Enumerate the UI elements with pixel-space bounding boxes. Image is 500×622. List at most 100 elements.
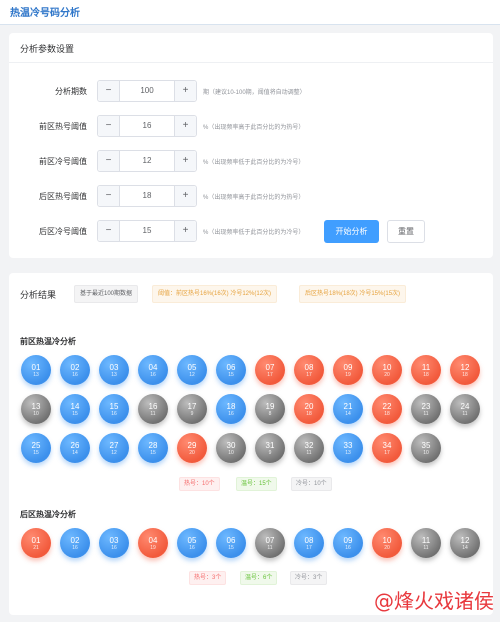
ball-number: 13 bbox=[31, 402, 41, 411]
ball-number: 34 bbox=[382, 441, 392, 450]
ball-count: 11 bbox=[462, 411, 468, 417]
ball-number: 30 bbox=[226, 441, 236, 450]
decrease-button[interactable]: − bbox=[98, 151, 120, 171]
ball-number: 03 bbox=[109, 363, 119, 372]
ball-number: 04 bbox=[148, 536, 158, 545]
increase-button[interactable]: + bbox=[174, 116, 196, 136]
front-cold-stepper: − 12 + bbox=[97, 150, 197, 172]
param-row-periods: 分析期数 − 100 + 期（建议10-100期，阈值将自动调整） bbox=[9, 80, 493, 102]
number-ball-warm: 15 16 bbox=[99, 394, 129, 424]
ball-count: 16 bbox=[111, 411, 117, 417]
ball-number: 01 bbox=[31, 536, 41, 545]
ball-number: 08 bbox=[304, 536, 314, 545]
number-ball-hot: 29 20 bbox=[177, 433, 207, 463]
ball-count: 18 bbox=[462, 372, 468, 378]
ball-number: 10 bbox=[382, 363, 392, 372]
number-ball-cold: 23 11 bbox=[411, 394, 441, 424]
ball-number: 16 bbox=[148, 402, 158, 411]
front-hot-input[interactable]: 16 bbox=[120, 116, 174, 136]
ball-count: 16 bbox=[111, 545, 117, 551]
back-hot-input[interactable]: 18 bbox=[120, 186, 174, 206]
ball-count: 10 bbox=[33, 411, 39, 417]
ball-number: 31 bbox=[265, 441, 275, 450]
decrease-button[interactable]: − bbox=[98, 221, 120, 241]
number-ball-cold: 35 10 bbox=[411, 433, 441, 463]
number-ball-cold: 24 11 bbox=[450, 394, 480, 424]
ball-number: 25 bbox=[31, 441, 41, 450]
number-ball-cold: 17 9 bbox=[177, 394, 207, 424]
param-hint: %（出现频率高于此百分比的为热号） bbox=[203, 195, 305, 201]
ball-number: 20 bbox=[304, 402, 314, 411]
increase-button[interactable]: + bbox=[174, 81, 196, 101]
results-header: 分析结果 基于最近100期数据 阈值：前区热号16%(16次) 冷号12%(12… bbox=[20, 285, 490, 303]
periods-input[interactable]: 100 bbox=[120, 81, 174, 101]
param-hint: %（出现频率高于此百分比的为热号） bbox=[203, 125, 305, 131]
ball-number: 23 bbox=[421, 402, 431, 411]
decrease-button[interactable]: − bbox=[98, 81, 120, 101]
ball-count: 16 bbox=[228, 411, 234, 417]
ball-number: 02 bbox=[70, 363, 80, 372]
number-ball-hot: 10 20 bbox=[372, 355, 402, 385]
ball-count: 9 bbox=[268, 450, 272, 456]
back-hot-count: 热号：3个 bbox=[189, 571, 227, 585]
back-warm-count: 温号：6个 bbox=[240, 571, 278, 585]
ball-count: 15 bbox=[33, 450, 39, 456]
number-ball-warm: 05 16 bbox=[177, 528, 207, 558]
param-label: 后区冷号阈值 bbox=[39, 227, 87, 236]
increase-button[interactable]: + bbox=[174, 151, 196, 171]
decrease-button[interactable]: − bbox=[98, 186, 120, 206]
number-ball-warm: 08 17 bbox=[294, 528, 324, 558]
ball-count: 9 bbox=[190, 411, 194, 417]
ball-count: 15 bbox=[228, 372, 234, 378]
ball-number: 03 bbox=[109, 536, 119, 545]
ball-number: 06 bbox=[226, 536, 236, 545]
ball-count: 15 bbox=[228, 545, 234, 551]
start-analysis-button[interactable]: 开始分析 bbox=[324, 220, 379, 243]
decrease-button[interactable]: − bbox=[98, 116, 120, 136]
number-ball-warm: 33 13 bbox=[333, 433, 363, 463]
ball-number: 11 bbox=[421, 536, 431, 545]
number-ball-hot: 09 19 bbox=[333, 355, 363, 385]
number-ball-warm: 04 16 bbox=[138, 355, 168, 385]
number-ball-hot: 08 17 bbox=[294, 355, 324, 385]
ball-count: 10 bbox=[228, 450, 234, 456]
param-label: 前区冷号阈值 bbox=[39, 157, 87, 166]
number-ball-warm: 05 12 bbox=[177, 355, 207, 385]
number-ball-warm: 02 16 bbox=[60, 528, 90, 558]
number-ball-warm: 18 16 bbox=[216, 394, 246, 424]
ball-count: 16 bbox=[150, 372, 156, 378]
ball-count: 20 bbox=[189, 450, 195, 456]
increase-button[interactable]: + bbox=[174, 186, 196, 206]
ball-number: 12 bbox=[460, 536, 470, 545]
ball-number: 33 bbox=[343, 441, 353, 450]
ball-number: 22 bbox=[382, 402, 392, 411]
back-cold-input[interactable]: 15 bbox=[120, 221, 174, 241]
ball-number: 14 bbox=[70, 402, 80, 411]
ball-count: 15 bbox=[150, 450, 156, 456]
ball-count: 20 bbox=[384, 372, 390, 378]
param-label: 分析期数 bbox=[55, 87, 87, 96]
number-ball-cold: 13 10 bbox=[21, 394, 51, 424]
ball-count: 13 bbox=[111, 372, 117, 378]
back-cold-stepper: − 15 + bbox=[97, 220, 197, 242]
number-ball-warm: 03 16 bbox=[99, 528, 129, 558]
ball-count: 17 bbox=[267, 372, 273, 378]
number-ball-hot: 20 18 bbox=[294, 394, 324, 424]
ball-count: 13 bbox=[33, 372, 39, 378]
ball-count: 14 bbox=[72, 450, 78, 456]
ball-number: 07 bbox=[265, 363, 275, 372]
ball-number: 02 bbox=[70, 536, 80, 545]
page-header: 热温冷号码分析 bbox=[0, 0, 500, 25]
ball-count: 11 bbox=[423, 545, 429, 551]
ball-count: 13 bbox=[345, 450, 351, 456]
increase-button[interactable]: + bbox=[174, 221, 196, 241]
front-cold-input[interactable]: 12 bbox=[120, 151, 174, 171]
back-section-title: 后区热温冷分析 bbox=[20, 510, 76, 519]
back-threshold-tag: 后区热号18%(18次) 冷号15%(15次) bbox=[299, 285, 407, 303]
ball-number: 26 bbox=[70, 441, 80, 450]
reset-button[interactable]: 重置 bbox=[387, 220, 425, 243]
results-title: 分析结果 bbox=[20, 290, 57, 300]
ball-count: 17 bbox=[384, 450, 390, 456]
ball-count: 18 bbox=[306, 411, 312, 417]
back-hot-stepper: − 18 + bbox=[97, 185, 197, 207]
